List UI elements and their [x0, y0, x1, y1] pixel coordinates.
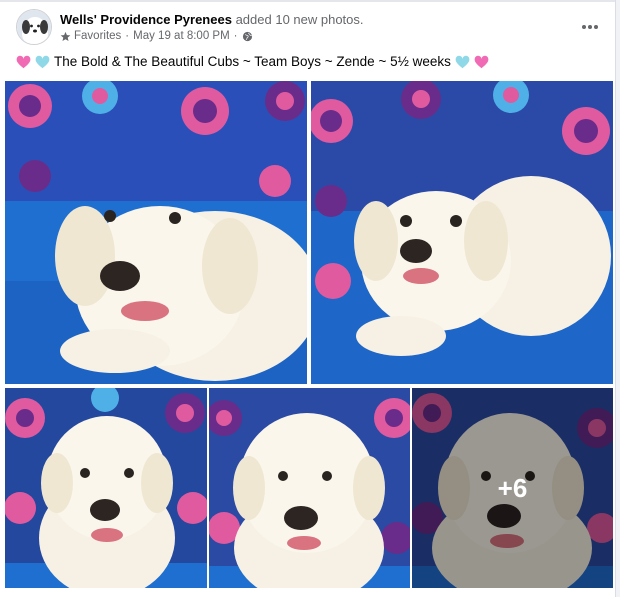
pink-heart-icon — [16, 55, 31, 68]
ellipsis-icon — [582, 25, 598, 29]
puppy-photo-2[interactable] — [311, 81, 613, 384]
meta-separator-2: · — [233, 30, 238, 42]
light-blue-heart-icon — [35, 55, 50, 68]
post-action-text: added 10 new photos. — [235, 12, 364, 27]
post-meta: Favorites · May 19 at 8:00 PM · — [60, 30, 253, 42]
pink-heart-icon-2 — [474, 55, 489, 68]
puppy-photo-5[interactable]: +6 — [412, 388, 613, 588]
more-options-button[interactable] — [576, 13, 604, 41]
puppy-photo-4[interactable] — [209, 388, 410, 588]
more-photos-count: +6 — [497, 472, 528, 503]
star-icon — [60, 31, 71, 41]
post-header: Wells' Providence Pyrenees added 10 new … — [16, 9, 606, 49]
author-line: Wells' Providence Pyrenees added 10 new … — [60, 12, 364, 27]
caption-text: The Bold & The Beautiful Cubs ~ Team Boy… — [54, 54, 451, 69]
light-blue-heart-icon-2 — [455, 55, 470, 68]
post-caption: The Bold & The Beautiful Cubs ~ Team Boy… — [16, 54, 489, 69]
globe-icon — [242, 31, 252, 41]
puppy-photo-1[interactable] — [5, 81, 307, 384]
more-photos-overlay[interactable]: +6 — [412, 388, 613, 588]
top-divider — [0, 0, 615, 2]
meta-separator: · — [125, 30, 130, 42]
post-card: Wells' Providence Pyrenees added 10 new … — [0, 0, 616, 597]
avatar[interactable] — [16, 9, 52, 45]
puppy-photo-3[interactable] — [5, 388, 207, 588]
audience-label[interactable]: Favorites — [74, 30, 121, 42]
author-name[interactable]: Wells' Providence Pyrenees — [60, 12, 232, 27]
post-timestamp[interactable]: May 19 at 8:00 PM — [133, 30, 230, 42]
